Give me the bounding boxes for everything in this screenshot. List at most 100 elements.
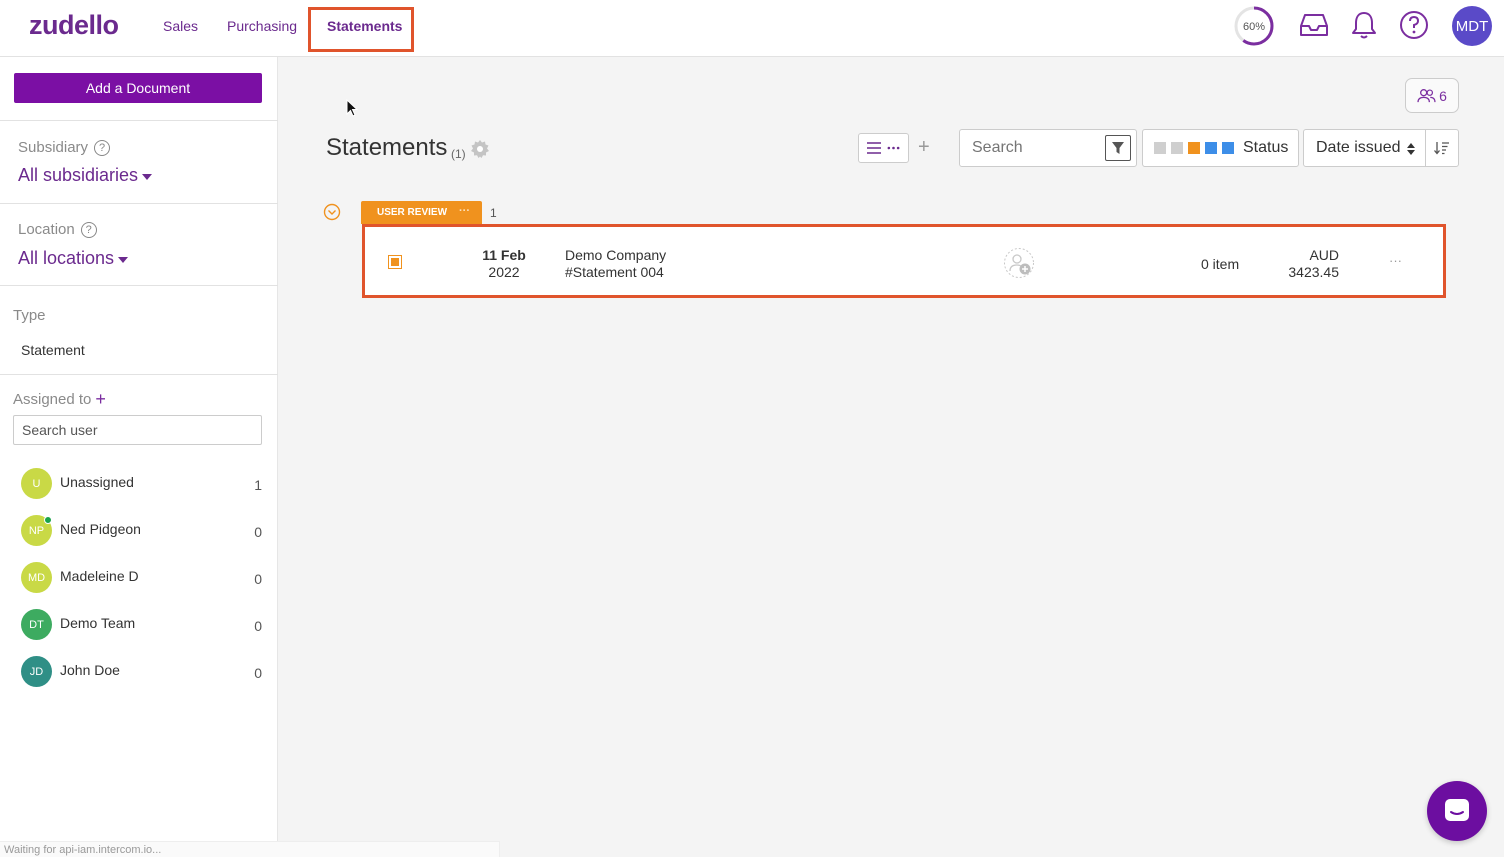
online-status-dot [44, 516, 52, 524]
location-value: All locations [18, 248, 115, 268]
divider [0, 203, 278, 204]
caret-down-icon [142, 173, 153, 180]
avatar: U [21, 468, 52, 499]
filter-button[interactable] [1105, 135, 1131, 161]
user-count: 0 [254, 618, 262, 634]
sort-direction-button[interactable] [1425, 129, 1459, 167]
user-name: Madeleine D [60, 568, 139, 584]
document-row[interactable]: 11 Feb 2022 Demo Company #Statement 004 … [362, 224, 1446, 298]
user-row-unassigned[interactable]: U Unassigned 1 [21, 468, 262, 500]
sidebar: Add a Document Subsidiary ? All subsidia… [0, 57, 278, 857]
group-count: 1 [490, 206, 497, 220]
subsidiary-value: All subsidiaries [18, 165, 139, 185]
help-icon[interactable] [1398, 9, 1430, 41]
view-options-button[interactable] [858, 133, 909, 163]
type-label: Type [13, 307, 46, 324]
status-swatch [1188, 142, 1200, 154]
user-row-madeleine-d[interactable]: MD Madeleine D 0 [21, 562, 262, 594]
sort-field-select[interactable]: Date issued [1303, 129, 1426, 167]
chat-icon [1445, 799, 1469, 821]
app-logo[interactable]: zudello [29, 10, 119, 41]
bell-icon[interactable] [1348, 9, 1380, 41]
location-dropdown[interactable]: All locations [18, 248, 129, 269]
user-row-demo-team[interactable]: DT Demo Team 0 [21, 609, 262, 641]
status-swatch [1205, 142, 1217, 154]
row-more-icon[interactable]: ··· [1389, 253, 1402, 268]
row-date: 11 Feb 2022 [469, 247, 539, 281]
user-avatar[interactable]: MDT [1452, 6, 1492, 46]
row-amount: AUD 3423.45 [1265, 247, 1339, 281]
user-count: 0 [254, 665, 262, 681]
chat-launcher-button[interactable] [1427, 781, 1487, 841]
row-total: 3423.45 [1288, 264, 1339, 280]
caret-down-icon [118, 256, 129, 263]
sort-desc-icon [1434, 142, 1449, 155]
tab-purchasing[interactable]: Purchasing [227, 18, 297, 34]
location-label: Location ? [18, 221, 97, 238]
status-swatch [1154, 142, 1166, 154]
collapse-group-icon[interactable] [323, 203, 341, 221]
assigned-to-label: Assigned to + [13, 389, 106, 410]
group-more-icon[interactable]: ··· [459, 205, 470, 217]
user-name: Ned Pidgeon [60, 521, 141, 537]
status-filter[interactable]: Status [1142, 129, 1299, 167]
select-arrows-icon [1407, 143, 1415, 155]
help-circle-icon[interactable]: ? [80, 221, 97, 238]
user-row-john-doe[interactable]: JD John Doe 0 [21, 656, 262, 688]
avatar: DT [21, 609, 52, 640]
progress-indicator[interactable]: 60% [1233, 5, 1275, 47]
type-statement[interactable]: Statement [21, 342, 85, 358]
user-count: 0 [254, 524, 262, 540]
subsidiary-label-text: Subsidiary [18, 139, 89, 156]
avatar: JD [21, 656, 52, 687]
more-icon [887, 146, 900, 150]
search-user-input[interactable] [13, 415, 262, 445]
row-checkbox[interactable] [388, 255, 402, 269]
user-count: 1 [254, 477, 262, 493]
subsidiary-label: Subsidiary ? [18, 139, 111, 156]
row-currency: AUD [1309, 247, 1339, 263]
divider [0, 120, 278, 121]
user-name: Unassigned [60, 474, 134, 490]
add-document-button[interactable]: Add a Document [14, 73, 262, 103]
help-circle-icon[interactable]: ? [94, 139, 111, 156]
row-date-day: 11 Feb [482, 247, 526, 263]
row-company-name: Demo Company [565, 247, 667, 263]
mouse-cursor-icon [346, 98, 359, 117]
assign-user-icon[interactable] [1003, 247, 1035, 279]
tab-highlight-box [308, 7, 414, 52]
list-icon [867, 142, 881, 154]
sort-field-value: Date issued [1316, 139, 1401, 156]
top-bar: zudello Sales Purchasing Statements 60% … [0, 0, 1504, 57]
divider [0, 374, 278, 375]
add-assignee-icon[interactable]: + [95, 389, 106, 410]
gear-icon[interactable] [470, 139, 490, 159]
browser-status-bar: Waiting for api-iam.intercom.io... [0, 841, 500, 857]
page-title: Statements [326, 134, 448, 161]
status-label: Status [1243, 139, 1289, 156]
row-date-year: 2022 [488, 264, 520, 280]
row-items: 0 item [1201, 256, 1240, 272]
search-box [959, 129, 1137, 167]
group-label: USER REVIEW [377, 207, 448, 218]
add-view-icon[interactable]: + [918, 136, 930, 159]
inbox-icon[interactable] [1298, 9, 1330, 41]
page-count: (1) [451, 147, 466, 161]
subsidiary-dropdown[interactable]: All subsidiaries [18, 165, 153, 186]
user-name: Demo Team [60, 615, 136, 631]
assigned-to-text: Assigned to [13, 391, 92, 408]
row-reference: #Statement 004 [565, 264, 664, 280]
divider [0, 285, 278, 286]
users-icon [1417, 89, 1436, 103]
team-members-button[interactable]: 6 [1405, 78, 1459, 113]
search-input[interactable] [960, 130, 1100, 166]
progress-text: 60% [1243, 21, 1265, 33]
user-row-ned-pidgeon[interactable]: NP Ned Pidgeon 0 [21, 515, 262, 547]
avatar: MD [21, 562, 52, 593]
group-tag-user-review: USER REVIEW ··· [361, 201, 482, 224]
user-count: 0 [254, 571, 262, 587]
tab-sales[interactable]: Sales [163, 18, 198, 34]
status-swatch [1222, 142, 1234, 154]
row-company: Demo Company #Statement 004 [565, 247, 666, 281]
status-swatch [1171, 142, 1183, 154]
